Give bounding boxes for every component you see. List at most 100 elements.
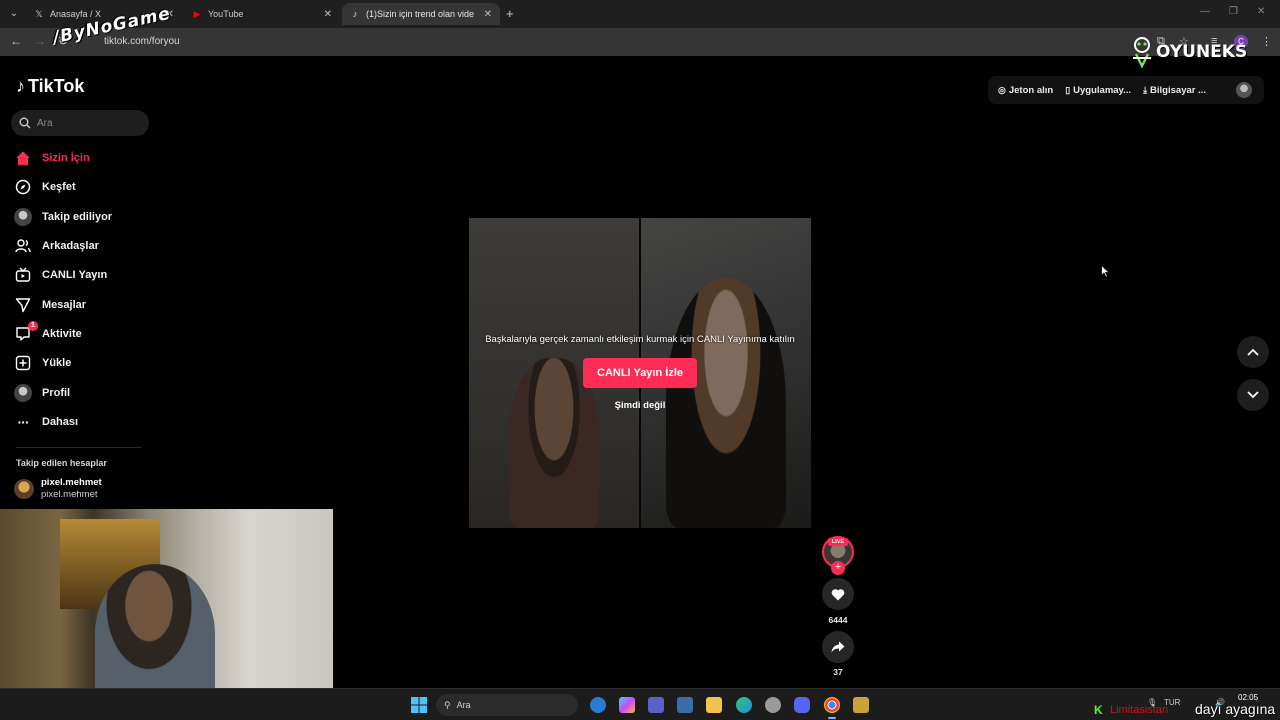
coin-icon: ◎ (998, 84, 1006, 95)
window-close-icon[interactable]: ✕ (1257, 6, 1265, 17)
like-count: 6444 (828, 615, 848, 625)
friends-icon (14, 237, 32, 255)
get-coins-label: Jeton alın (1008, 84, 1054, 96)
store-icon[interactable] (677, 697, 693, 713)
league-client-icon[interactable] (853, 697, 869, 713)
browser-menu-icon[interactable]: ⋮ (1261, 35, 1272, 48)
heart-icon (831, 588, 845, 600)
file-explorer-icon[interactable] (706, 697, 722, 713)
sidebar-item-explore[interactable]: Keşfet (14, 176, 76, 198)
tiktok-logo[interactable]: ♪ TikTok (16, 76, 84, 97)
user-avatar[interactable] (1236, 82, 1252, 98)
more-icon: ··· (17, 414, 30, 430)
back-icon[interactable]: ← (10, 34, 22, 48)
youtube-icon: ▶ (193, 9, 201, 19)
download-icon: ⤓ (1143, 84, 1148, 95)
maximize-icon[interactable]: ❐ (1229, 6, 1238, 17)
live-prompt-text: Başkalarıyla gerçek zamanlı etkileşim ku… (485, 334, 795, 345)
not-now-link[interactable]: Şimdi değil (469, 400, 811, 411)
windows-start-icon[interactable] (411, 697, 427, 713)
chrome-icon[interactable] (824, 697, 840, 719)
streamer-webcam-overlay (0, 509, 333, 695)
tab-search-icon[interactable]: ⌄ (6, 6, 22, 22)
sidebar-item-label: Sizin İçin (42, 152, 90, 164)
mascot-icon (1133, 37, 1151, 68)
send-icon (14, 296, 32, 314)
browser-tab-bar: ⌄ 𝕏 Anasayfa / X ✕ ▶ YouTube ✕ ♪ (1)Sizi… (0, 0, 1280, 28)
sidebar-item-for-you[interactable]: Sizin İçin (14, 147, 90, 169)
desktop-app-label: Bilgisayar ... (1150, 84, 1207, 96)
desktop-app-button[interactable]: ⤓ Bilgisayar ... (1143, 85, 1206, 96)
sidebar-item-profile[interactable]: Profil (14, 382, 70, 404)
sidebar-item-messages[interactable]: Mesajlar (14, 294, 86, 316)
sidebar-item-more[interactable]: ··· Dahası (14, 411, 79, 433)
edge-icon[interactable] (736, 697, 752, 713)
sidebar-item-label: Profil (42, 387, 71, 399)
following-account[interactable]: pixel.mehmet pixel.mehmet (14, 477, 102, 501)
account-username: pixel.mehmet (41, 489, 98, 500)
copilot-icon[interactable] (619, 697, 635, 713)
address-bar[interactable]: tiktok.com/foryou (104, 36, 180, 47)
live-video-player[interactable]: Başkalarıyla gerçek zamanlı etkileşim ku… (469, 218, 811, 528)
share-button[interactable] (822, 631, 854, 663)
discord-icon[interactable] (794, 697, 810, 713)
tiktok-icon: ♪ (352, 9, 358, 19)
sidebar-divider (16, 447, 142, 448)
sidebar-item-label: Keşfet (42, 181, 76, 193)
sidebar-item-label: CANLI Yayın (42, 269, 108, 281)
sidebar-item-friends[interactable]: Arkadaşlar (14, 235, 99, 257)
chat-ticker-text: dayı ayagına (1195, 701, 1276, 717)
browser-toolbar: ← → ↻ tiktok.com/foryou ⧉ ☆ ≡ ⋮ (0, 28, 1280, 56)
tab-title: YouTube (208, 9, 244, 19)
upload-icon (14, 354, 32, 372)
forward-icon[interactable]: → (34, 34, 46, 48)
sponsor-brand-text: OYUNEKS (1156, 42, 1248, 62)
next-video-button[interactable] (1237, 379, 1269, 411)
teams-icon[interactable] (648, 697, 664, 713)
sidebar-item-label: Mesajlar (42, 299, 87, 311)
sidebar-item-activity[interactable]: 1 Aktivite (14, 321, 82, 345)
sidebar-item-label: Dahası (42, 416, 79, 428)
close-icon[interactable]: ✕ (484, 9, 492, 20)
search-icon (19, 117, 31, 129)
notification-badge: 1 (28, 321, 38, 331)
search-box[interactable] (11, 110, 149, 136)
mouse-cursor-icon (1101, 265, 1110, 278)
profile-avatar (14, 384, 32, 402)
sidebar-item-upload[interactable]: Yükle (14, 352, 71, 374)
sponsor-logo-overlay: OYUNEKS (1130, 36, 1247, 68)
top-actions-bar: ◎ Jeton alın ▯ Uygulamay... ⤓ Bilgisayar… (988, 76, 1264, 104)
tab-youtube[interactable]: ▶ YouTube ✕ (184, 3, 340, 25)
get-app-button[interactable]: ▯ Uygulamay... (1065, 85, 1131, 96)
close-icon[interactable]: ✕ (324, 9, 332, 20)
tab-tiktok[interactable]: ♪ (1)Sizin için trend olan vide ✕ (342, 3, 500, 25)
following-avatar (14, 208, 32, 226)
live-badge: LIVE (828, 538, 848, 546)
new-tab-icon[interactable]: + (506, 6, 514, 21)
compass-icon (14, 178, 32, 196)
os-taskbar: ⚲ Ara 🎙 TUR 🔊 02:05 (0, 688, 1280, 720)
watch-live-button[interactable]: CANLI Yayın İzle (583, 358, 697, 388)
like-button[interactable] (822, 578, 854, 610)
account-display-name: pixel.mehmet (41, 477, 102, 488)
streamer-figure (95, 564, 215, 695)
ticker-username: Limitasistan (1110, 704, 1169, 716)
follow-plus-icon[interactable]: + (831, 561, 845, 575)
search-input[interactable] (37, 117, 137, 129)
steam-icon[interactable] (765, 697, 781, 713)
taskbar-search[interactable]: ⚲ Ara (436, 694, 578, 716)
sidebar-item-label: Aktivite (42, 328, 82, 340)
task-view-icon[interactable] (590, 697, 606, 713)
phone-icon: ▯ (1065, 84, 1071, 95)
tiktok-icon: ♪ (16, 76, 25, 96)
chevron-down-icon (1247, 391, 1259, 399)
get-coins-button[interactable]: ◎ Jeton alın (998, 85, 1053, 96)
previous-video-button[interactable] (1237, 336, 1269, 368)
following-heading: Takip edilen hesaplar (16, 458, 107, 468)
sidebar-item-following[interactable]: Takip ediliyor (14, 206, 112, 228)
minimize-icon[interactable]: — (1200, 6, 1210, 17)
x-icon: 𝕏 (35, 9, 43, 19)
home-icon (14, 149, 32, 167)
avatar (14, 479, 34, 499)
sidebar-item-live[interactable]: CANLI Yayın (14, 264, 107, 286)
